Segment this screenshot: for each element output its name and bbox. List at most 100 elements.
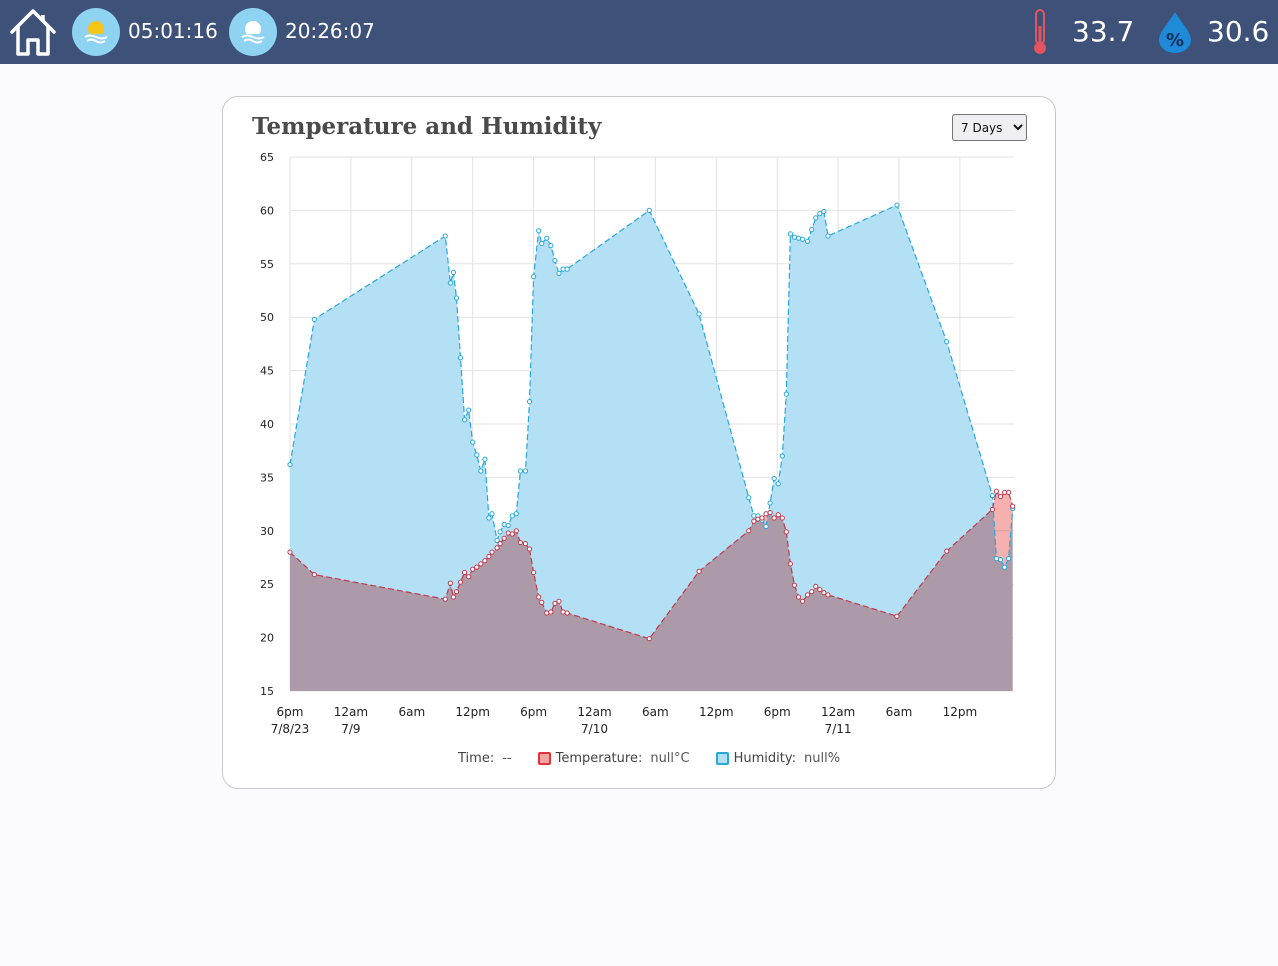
humidity-point xyxy=(799,236,806,242)
x-tick-label: 6am xyxy=(642,705,669,719)
temperature-point xyxy=(450,594,457,600)
humidity-point xyxy=(489,511,495,517)
humidity-point xyxy=(517,468,524,474)
temperature-point xyxy=(1010,503,1016,509)
temperature-point xyxy=(1006,489,1012,495)
legend-temperature-value: null°C xyxy=(650,750,690,766)
humidity-point xyxy=(894,202,900,208)
humidity-point xyxy=(474,452,480,458)
temperature-point xyxy=(560,609,566,615)
temperature-point xyxy=(894,613,900,619)
legend-humidity-value: null% xyxy=(804,750,841,766)
temperature-point xyxy=(564,610,570,616)
humidity-point xyxy=(795,235,802,241)
humidity-point xyxy=(450,269,457,275)
temperature-point xyxy=(447,580,453,586)
x-tick-label: 6pm xyxy=(520,705,547,719)
temperature-point xyxy=(552,600,558,607)
temperature-point xyxy=(791,582,798,588)
humidity-point xyxy=(993,555,1000,562)
temperature-point xyxy=(311,571,317,578)
x-tick-label: 12pm xyxy=(455,705,490,719)
humidity-point xyxy=(746,495,752,501)
humidity-point xyxy=(783,391,789,397)
humidity-point xyxy=(1001,564,1008,570)
y-tick-label: 45 xyxy=(260,365,274,378)
humidity-point xyxy=(763,523,769,530)
humidity-point xyxy=(767,500,773,506)
humidity-point xyxy=(552,257,558,264)
temperature-point xyxy=(771,515,777,521)
chart-svg: 15 20 25 30 35 40 45 50 55 60 65 6pm 7/8/23 12am 7/9 6a… xyxy=(260,151,1016,736)
temperature-point xyxy=(531,569,537,576)
humidity-point xyxy=(556,270,562,277)
y-tick-label: 15 xyxy=(260,685,274,698)
humidity-point xyxy=(531,274,537,280)
temperature-point xyxy=(494,545,500,551)
temperature-point xyxy=(809,589,815,595)
temperature-point xyxy=(799,598,806,604)
humidity-point xyxy=(989,492,995,499)
temperature-point xyxy=(522,541,529,547)
temperature-point xyxy=(759,515,765,521)
humidity-point xyxy=(486,515,492,521)
humidity-point xyxy=(497,529,503,535)
y-tick-label: 65 xyxy=(260,151,274,164)
temperature-point xyxy=(544,610,550,616)
x-tick-sublabel: 7/11 xyxy=(825,722,852,736)
temperature-point xyxy=(783,529,789,535)
humidity-point xyxy=(791,234,798,240)
temperature-point xyxy=(489,549,495,555)
temperature-point xyxy=(821,590,827,596)
temperature-point xyxy=(457,579,464,585)
humidity-point xyxy=(817,211,823,217)
humidity-point xyxy=(539,240,545,247)
humidity-point xyxy=(646,207,652,213)
x-tick-label: 6pm xyxy=(764,705,791,719)
temperature-point xyxy=(517,539,524,546)
temperature-point xyxy=(287,549,293,555)
temperature-point xyxy=(795,594,802,600)
humidity-point xyxy=(287,461,293,468)
humidity-point xyxy=(544,235,550,241)
humidity-point xyxy=(478,468,484,474)
temperature-point xyxy=(997,494,1004,500)
humidity-point xyxy=(501,521,507,527)
humidity-point xyxy=(513,511,519,517)
temperature-point xyxy=(442,596,448,602)
humidity-point xyxy=(470,439,476,445)
humidity-point xyxy=(821,208,827,215)
humidity-point xyxy=(1006,555,1012,562)
legend-temperature-label: Temperature: xyxy=(555,750,643,766)
x-tick-sublabel: 7/10 xyxy=(581,722,608,736)
humidity-point xyxy=(526,398,533,405)
temperature-point xyxy=(755,516,761,522)
y-tick-label: 35 xyxy=(260,471,274,484)
temperature-point xyxy=(466,574,472,580)
x-tick-label: 12am xyxy=(334,705,368,719)
temperature-point xyxy=(453,589,460,595)
humidity-point xyxy=(482,456,488,462)
temperature-point xyxy=(539,599,545,605)
humidity-point xyxy=(813,215,819,221)
humidity-point xyxy=(505,522,511,529)
temperature-point xyxy=(486,553,492,560)
temperature-point xyxy=(944,548,950,554)
temperature-point xyxy=(513,528,519,534)
temperature-point xyxy=(993,488,1000,494)
humidity-point xyxy=(447,280,453,286)
x-tick-label: 6am xyxy=(398,705,425,719)
humidity-point xyxy=(466,407,472,413)
temperature-point xyxy=(474,564,480,570)
temperature-point xyxy=(817,586,823,593)
temperature-point xyxy=(526,546,533,552)
series-areas xyxy=(290,205,1013,691)
temperature-point xyxy=(805,592,811,598)
humidity-point xyxy=(696,311,702,317)
temperature-point xyxy=(763,511,769,517)
legend-temperature-swatch xyxy=(537,751,551,765)
temperature-point xyxy=(497,541,503,547)
humidity-point xyxy=(771,475,777,482)
x-tick-label: 12pm xyxy=(943,705,978,719)
x-tick-label: 12am xyxy=(821,705,855,719)
